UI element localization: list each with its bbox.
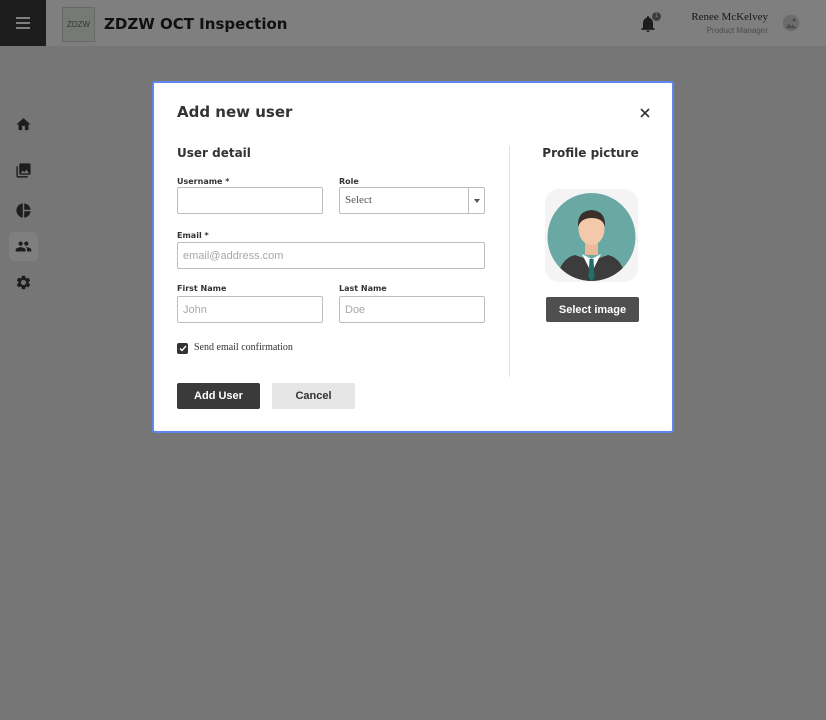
last-name-input[interactable]	[339, 296, 485, 323]
chevron-down-icon[interactable]	[468, 188, 484, 213]
email-input[interactable]	[177, 242, 485, 269]
person-avatar-icon	[547, 193, 636, 281]
add-user-dialog: Add new user User detail Username * Role…	[152, 81, 674, 433]
email-label: Email *	[177, 231, 209, 240]
role-label: Role	[339, 177, 359, 186]
close-icon	[640, 108, 650, 118]
profile-picture-title: Profile picture	[542, 146, 639, 160]
cancel-button[interactable]: Cancel	[272, 383, 355, 409]
user-detail-title: User detail	[177, 146, 251, 160]
select-image-button[interactable]: Select image	[546, 297, 639, 322]
first-name-label: First Name	[177, 284, 227, 293]
username-input[interactable]	[177, 187, 323, 214]
send-email-checkbox[interactable]	[177, 343, 188, 354]
username-label: Username *	[177, 177, 230, 186]
role-select[interactable]: Select	[339, 187, 485, 214]
role-select-value: Select	[345, 194, 372, 206]
send-email-label[interactable]: Send email confirmation	[194, 342, 293, 353]
profile-avatar	[545, 189, 638, 282]
add-user-button[interactable]: Add User	[177, 383, 260, 409]
checkmark-icon	[179, 345, 187, 352]
last-name-label: Last Name	[339, 284, 387, 293]
close-button[interactable]	[636, 104, 654, 122]
dialog-title: Add new user	[177, 103, 293, 121]
first-name-input[interactable]	[177, 296, 323, 323]
divider	[509, 146, 510, 377]
